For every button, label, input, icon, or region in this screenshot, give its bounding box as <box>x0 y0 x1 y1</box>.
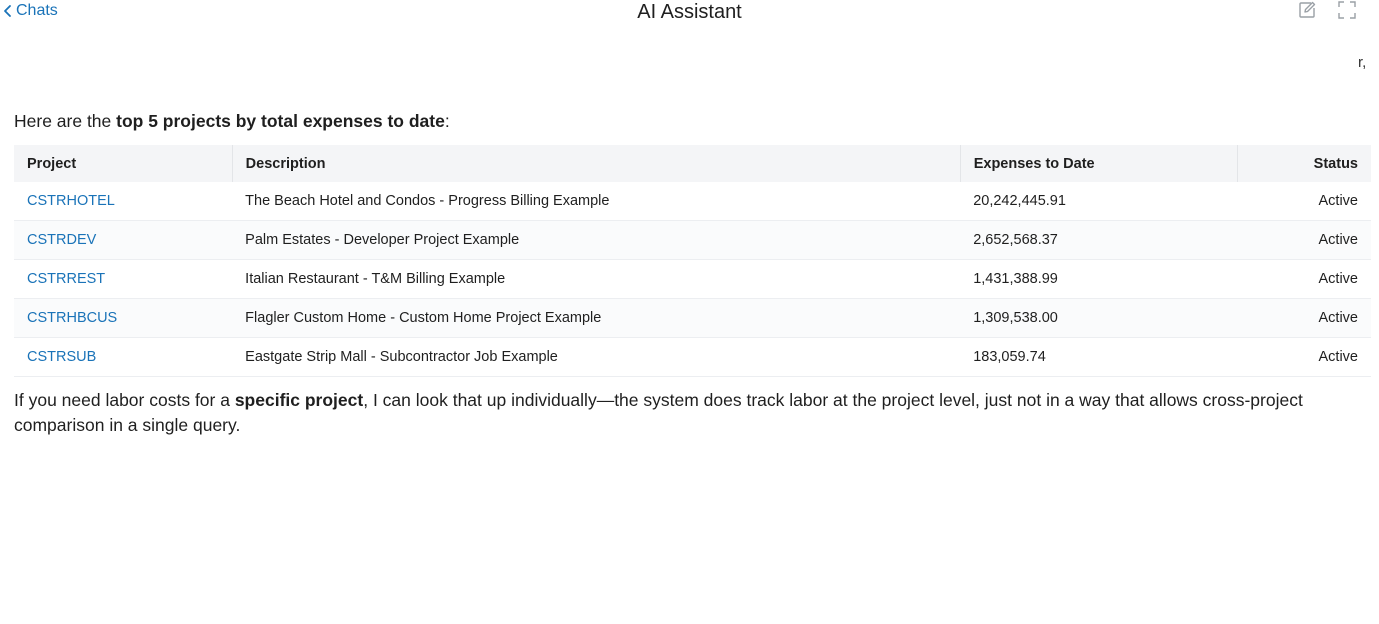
back-to-chats-link[interactable]: Chats <box>2 2 58 20</box>
expand-button[interactable] <box>1337 0 1357 20</box>
project-code-link[interactable]: CSTRSUB <box>14 337 233 377</box>
header-description: Description <box>232 145 961 182</box>
outro-prefix: If you need labor costs for a <box>14 390 235 410</box>
table-row: CSTRREST Italian Restaurant - T&M Billin… <box>14 259 1371 299</box>
expand-icon <box>1338 1 1356 19</box>
project-expenses: 20,242,445.91 <box>960 182 1238 221</box>
header-bar: Chats AI Assistant <box>0 0 1379 26</box>
project-expenses: 1,309,538.00 <box>960 298 1238 338</box>
intro-prefix: Here are the <box>14 111 117 131</box>
project-code-link[interactable]: CSTRHBCUS <box>14 298 233 338</box>
project-code-link[interactable]: CSTRDEV <box>14 220 233 260</box>
project-description: Italian Restaurant - T&M Billing Example <box>232 259 961 299</box>
stray-text: r, <box>1358 54 1367 71</box>
table-row: CSTRHOTEL The Beach Hotel and Condos - P… <box>14 182 1371 221</box>
table-row: CSTRDEV Palm Estates - Developer Project… <box>14 220 1371 260</box>
header-expenses: Expenses to Date <box>960 145 1239 182</box>
project-status: Active <box>1237 298 1371 338</box>
table-row: CSTRSUB Eastgate Strip Mall - Subcontrac… <box>14 337 1371 377</box>
project-description: The Beach Hotel and Condos - Progress Bi… <box>232 182 961 221</box>
assistant-followup-text: If you need labor costs for a specific p… <box>14 388 1359 438</box>
project-status: Active <box>1237 259 1371 299</box>
chevron-left-icon <box>4 5 11 17</box>
outro-bold: specific project <box>234 390 364 410</box>
intro-bold: top 5 projects by total expenses to date <box>116 111 445 131</box>
project-description: Eastgate Strip Mall - Subcontractor Job … <box>232 337 961 377</box>
assistant-intro-text: Here are the top 5 projects by total exp… <box>14 111 450 132</box>
project-expenses: 1,431,388.99 <box>960 259 1238 299</box>
project-status: Active <box>1237 220 1371 260</box>
edit-icon <box>1299 1 1316 18</box>
project-code-link[interactable]: CSTRREST <box>14 259 233 299</box>
project-description: Flagler Custom Home - Custom Home Projec… <box>232 298 961 338</box>
intro-suffix: : <box>444 111 450 131</box>
project-code-link[interactable]: CSTRHOTEL <box>14 182 233 221</box>
project-expenses: 2,652,568.37 <box>960 220 1238 260</box>
project-status: Active <box>1237 337 1371 377</box>
header-project: Project <box>14 145 233 182</box>
project-description: Palm Estates - Developer Project Example <box>232 220 961 260</box>
edit-button[interactable] <box>1297 0 1317 20</box>
projects-table: Project Description Expenses to Date Sta… <box>14 145 1371 377</box>
table-header-row: Project Description Expenses to Date Sta… <box>14 145 1371 182</box>
table-row: CSTRHBCUS Flagler Custom Home - Custom H… <box>14 298 1371 338</box>
header-status: Status <box>1237 145 1371 182</box>
page-title: AI Assistant <box>637 1 742 23</box>
project-expenses: 183,059.74 <box>960 337 1238 377</box>
back-label: Chats <box>16 2 58 19</box>
project-status: Active <box>1237 182 1371 221</box>
